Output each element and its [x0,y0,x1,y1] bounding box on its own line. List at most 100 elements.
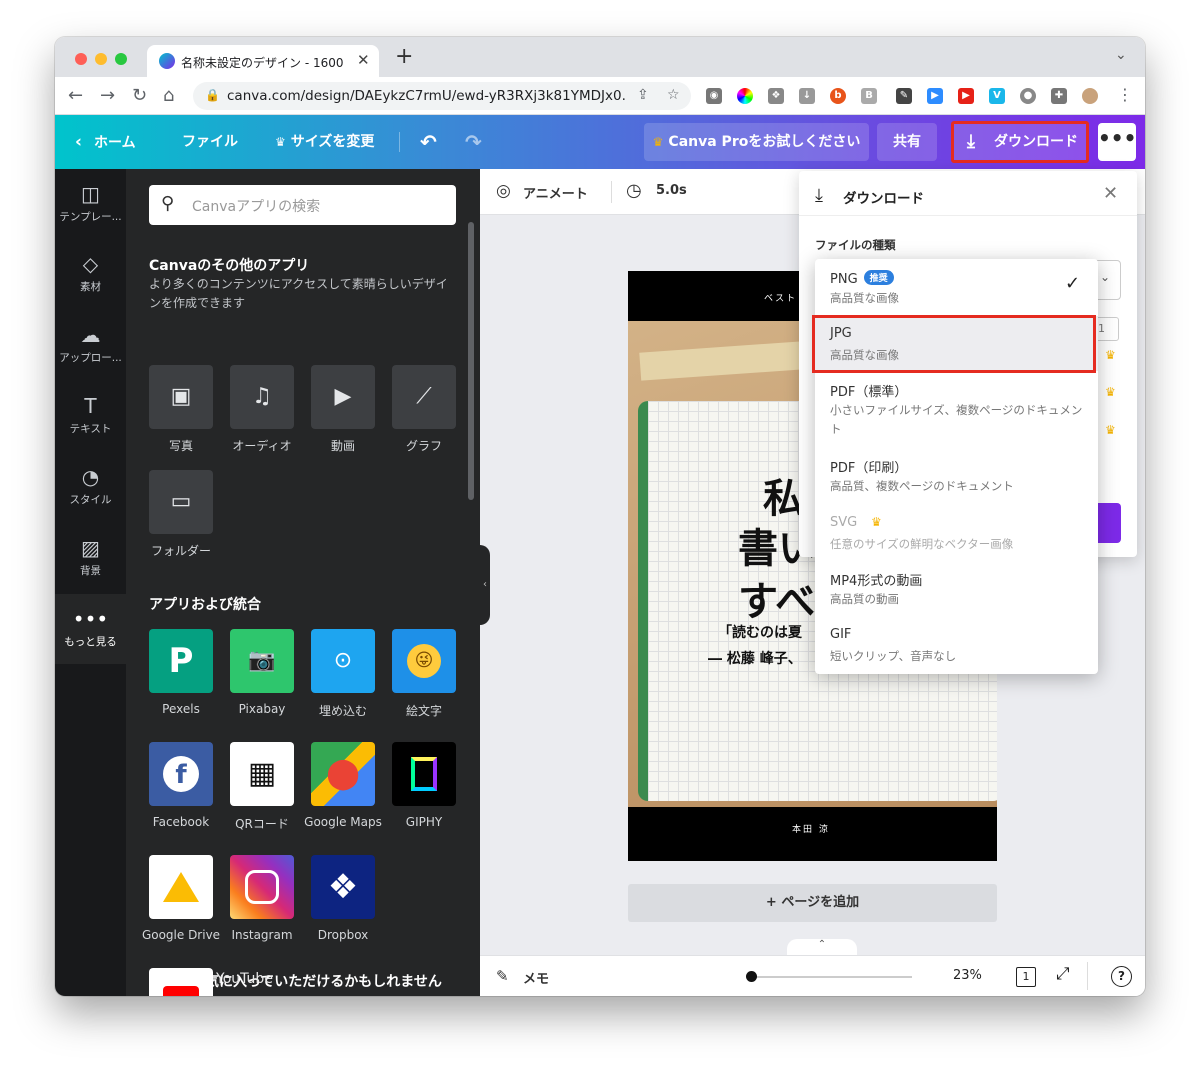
close-icon[interactable]: ✕ [1103,183,1118,204]
tile-label: 写真 [168,439,193,453]
folder-app-tile[interactable]: ▭ [149,470,213,534]
bookmark-star-icon[interactable]: ☆ [667,87,680,103]
integrations-title: アプリおよび統合 [149,597,261,613]
try-pro-button[interactable]: ♛ Canva Proをお試しください [644,123,869,161]
vimeo-extension-icon[interactable]: V [989,88,1005,104]
option-desc: 高品質、複数ページのドキュメント [830,479,1014,493]
download-button[interactable]: ⤓ ダウンロード [951,121,1089,163]
more-options-button[interactable]: ••• [1098,123,1136,161]
download-icon: ⤓ [815,185,823,206]
app-search-input[interactable]: ⚲ Canvaアプリの検索 [149,185,456,225]
zoom-window-button[interactable] [115,53,127,65]
memo-icon[interactable]: ✎ [496,967,509,985]
duration-button[interactable]: 5.0s [656,183,687,198]
puzzle-extension-icon[interactable]: ✚ [1051,88,1067,104]
photos-app-tile[interactable]: ▣ [149,365,213,429]
new-tab-icon[interactable]: + [395,44,413,69]
undo-icon[interactable]: ↶ [420,115,437,169]
eyedropper-extension-icon[interactable]: ✎ [896,88,912,104]
forward-icon[interactable]: → [100,85,115,106]
share-button[interactable]: 共有 [877,123,937,161]
zoom-slider-track[interactable] [750,976,912,978]
url-field[interactable]: 🔒 canva.com/design/DAEykzC7rmU/ewd-yR3RX… [193,82,691,110]
option-desc: 任意のサイズの鮮明なベクター画像 [830,537,1014,551]
video-app-tile[interactable]: ▶ [311,365,375,429]
mic-extension-icon[interactable]: ● [1020,88,1036,104]
help-button[interactable]: ? [1111,966,1132,987]
rail-item-templates[interactable]: ◫ テンプレー... [55,169,126,239]
file-type-label: ファイルの種類 [815,238,896,252]
file-type-option-pdf-standard[interactable]: PDF（標準） 小さいファイルサイズ、複数ページのドキュメント [815,371,1098,449]
app-extension-icon[interactable]: b [830,88,846,104]
rail-item-text[interactable]: T テキスト [55,381,126,451]
page-count-button[interactable]: 1 [1016,967,1036,987]
rail-item-background[interactable]: ▨ 背景 [55,523,126,593]
youtube-extension-icon[interactable]: ▶ [958,88,974,104]
home-icon[interactable]: ⌂ [163,85,174,106]
add-page-button[interactable]: + ページを追加 [628,884,997,922]
minimize-window-button[interactable] [95,53,107,65]
qr-code-icon: ▦ [247,756,277,791]
facebook-app-tile[interactable]: f [149,742,213,806]
instagram-app-tile[interactable] [230,855,294,919]
back-icon[interactable]: ← [68,85,83,106]
rail-item-styles[interactable]: ◔ スタイル [55,452,126,522]
google-maps-app-tile[interactable]: ⬤ [311,742,375,806]
resize-button[interactable]: ♛ サイズを変更 [275,115,374,169]
rail-item-uploads[interactable]: ☁ アップロー... [55,310,126,380]
camera-extension-icon[interactable]: ◉ [706,88,722,104]
image-icon: ▣ [170,384,192,409]
collapse-panel-handle[interactable]: ‹ [480,545,490,625]
embed-app-tile[interactable]: ⊙ [311,629,375,693]
reload-icon[interactable]: ↻ [132,85,147,106]
option-desc: 小さいファイルサイズ、複数ページのドキュメント [830,403,1083,436]
giphy-app-tile[interactable] [392,742,456,806]
lock-icon: 🔒 [205,88,220,102]
memo-button[interactable]: メモ [523,968,549,987]
emoji-face-icon: 😜 [407,644,441,678]
color-extension-icon[interactable] [737,88,753,104]
rail-item-elements[interactable]: ◇ 素材 [55,239,126,309]
file-type-option-gif[interactable]: GIF 短いクリップ、音声なし [815,618,1098,674]
embed-link-icon: ⊙ [333,648,353,673]
home-button[interactable]: ‹ ホーム [75,115,136,169]
chevron-down-icon[interactable]: ⌄ [1115,47,1127,63]
share-icon[interactable]: ⇪ [637,87,649,103]
dropbox-app-tile[interactable]: ❖ [311,855,375,919]
google-drive-app-tile[interactable] [149,855,213,919]
file-type-option-mp4[interactable]: MP4形式の動画 高品質の動画 [815,561,1098,618]
pexels-app-tile[interactable]: P [149,629,213,693]
browser-tab[interactable]: 名称未設定のデザイン - 1600 × 2 ✕ [147,45,379,77]
qr-code-app-tile[interactable]: ▦ [230,742,294,806]
fullscreen-icon[interactable]: ⤢ [1056,964,1070,984]
download-extension-icon[interactable]: ↓ [799,88,815,104]
zoom-level[interactable]: 23% [953,968,982,983]
file-type-option-png[interactable]: PNG 推奨 高品質な画像 ✓ [815,259,1098,315]
close-window-button[interactable] [75,53,87,65]
animate-icon[interactable]: ◎ [496,181,511,201]
clock-icon[interactable]: ◷ [626,180,642,201]
rail-item-more[interactable]: ••• もっと見る [55,594,126,664]
panel-scrollbar[interactable] [468,222,474,500]
close-tab-icon[interactable]: ✕ [357,51,370,69]
animate-button[interactable]: アニメート [523,183,588,202]
audio-app-tile[interactable]: ♫ [230,365,294,429]
design-top-text: ベスト [764,294,798,304]
youtube-app-tile[interactable] [149,968,213,996]
redo-icon[interactable]: ↷ [465,115,482,169]
profile-avatar[interactable] [1082,88,1098,104]
pixabay-app-tile[interactable]: 📷 [230,629,294,693]
bi-extension-icon[interactable]: B [861,88,877,104]
tile-label: Dropbox [317,928,369,942]
browser-menu-icon[interactable]: ⋮ [1117,85,1133,104]
chart-app-tile[interactable]: ⟋ [392,365,456,429]
option-name: SVG [830,515,858,530]
file-type-option-pdf-print[interactable]: PDF（印刷） 高品質、複数ページのドキュメント [815,449,1098,505]
emoji-app-tile[interactable]: 😜 [392,629,456,693]
zoom-slider-handle[interactable] [746,971,757,982]
dropbox-extension-icon[interactable]: ❖ [768,88,784,104]
file-menu-button[interactable]: ファイル [182,115,238,169]
youtube-app-title[interactable]: YouTube [216,971,273,987]
zoom-extension-icon[interactable]: ▶ [927,88,943,104]
file-type-option-svg[interactable]: SVG ♛ 任意のサイズの鮮明なベクター画像 [815,505,1098,561]
